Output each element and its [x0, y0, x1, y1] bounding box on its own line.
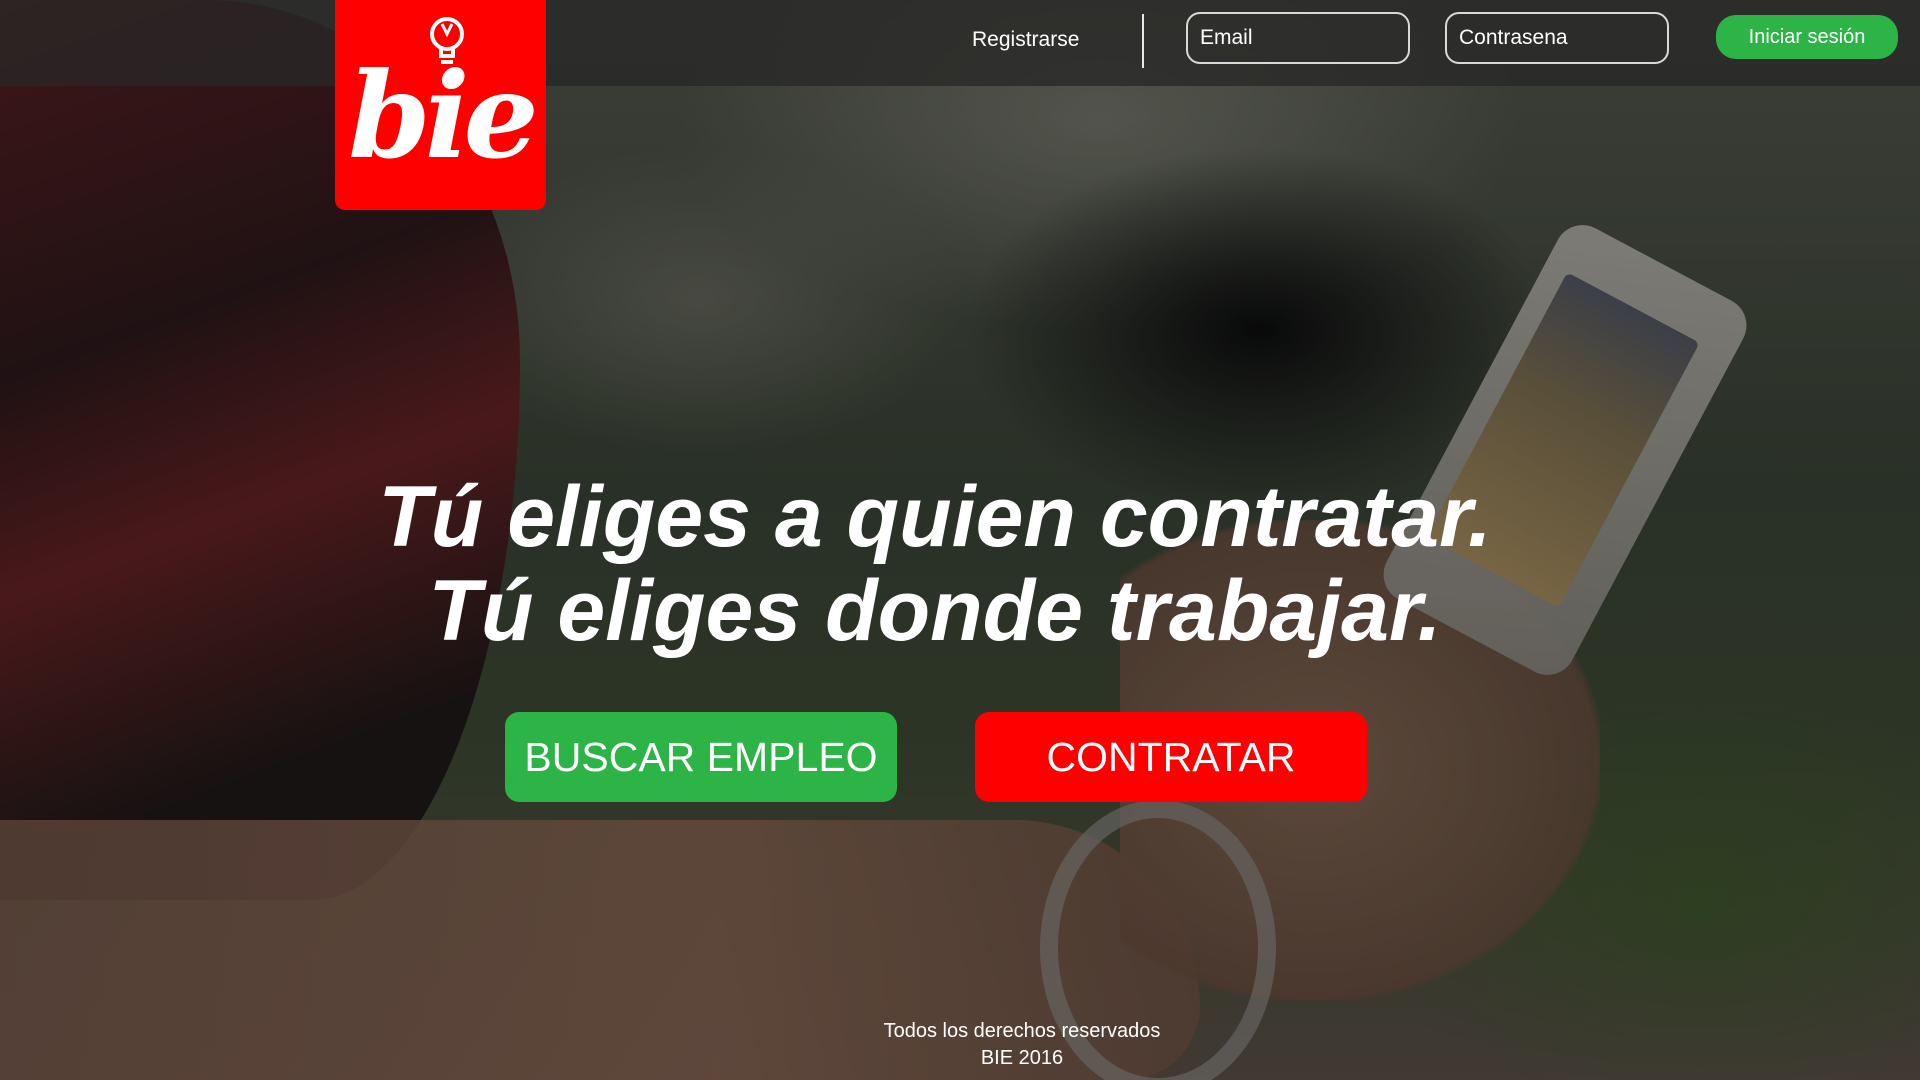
lightbulb-icon [430, 17, 464, 64]
hero-line-2: Tú eliges donde trabajar. [428, 563, 1442, 659]
footer: Todos los derechos reservados BIE 2016 [0, 1018, 1920, 1072]
nav-divider [1142, 14, 1144, 68]
email-field[interactable] [1186, 12, 1410, 64]
register-link[interactable]: Registrarse [972, 28, 1079, 52]
footer-copyright: BIE 2016 [980, 1047, 1064, 1069]
logo[interactable]: bie [335, 0, 546, 210]
top-bar: bie Registrarse Iniciar sesión [0, 0, 1920, 210]
hero-line-1: Tú eliges a quien contratar. [378, 469, 1492, 565]
search-jobs-button[interactable]: BUSCAR EMPLEO [505, 712, 897, 802]
login-button[interactable]: Iniciar sesión [1716, 15, 1898, 59]
hero-headline: Tú eliges a quien contratar. Tú eliges d… [0, 470, 1870, 658]
password-field[interactable] [1445, 12, 1669, 64]
footer-rights: Todos los derechos reservados [883, 1020, 1161, 1042]
hire-button[interactable]: CONTRATAR [975, 712, 1367, 802]
